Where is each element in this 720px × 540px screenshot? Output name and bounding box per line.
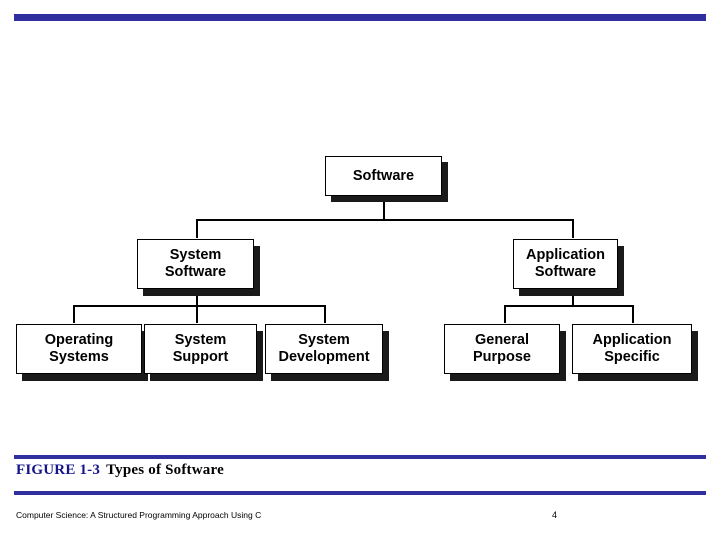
footer-book-title: Computer Science: A Structured Programmi… [16, 510, 262, 520]
node-software[interactable]: Software [325, 156, 442, 196]
figure-caption-label: FIGURE 1-3 [16, 462, 101, 478]
node-operating-systems[interactable]: Operating Systems [16, 324, 142, 374]
node-application-specific-label: Application Specific [592, 332, 672, 365]
connector-to-general-purpose [504, 305, 506, 323]
figure-caption-title: Types of Software [106, 462, 224, 478]
node-operating-systems-label: Operating Systems [44, 332, 114, 365]
node-system-development[interactable]: System Development [265, 324, 383, 374]
connector-to-application-software [572, 219, 574, 238]
node-system-development-label: System Development [278, 332, 370, 365]
connector-level2-bus-system [73, 305, 326, 307]
node-application-software[interactable]: Application Software [513, 239, 618, 289]
node-general-purpose-label: General Purpose [472, 332, 531, 365]
connector-to-operating-systems [73, 305, 75, 323]
node-application-software-label: Application Software [526, 247, 605, 280]
connector-to-system-software [196, 219, 198, 238]
slide-canvas: Software System Software Application Sof… [0, 0, 720, 540]
connector-level1-bus [196, 219, 574, 221]
node-general-purpose[interactable]: General Purpose [444, 324, 560, 374]
node-system-support-label: System Support [172, 332, 229, 365]
node-system-software[interactable]: System Software [137, 239, 254, 289]
caption-divider-bottom [14, 491, 706, 495]
node-software-label: Software [352, 167, 415, 184]
connector-level2-bus-application [504, 305, 634, 307]
node-system-software-label: System Software [164, 247, 227, 280]
node-application-specific[interactable]: Application Specific [572, 324, 692, 374]
node-system-support[interactable]: System Support [144, 324, 257, 374]
top-divider-rule [14, 14, 706, 21]
figure-caption: FIGURE 1-3 Types of Software [16, 462, 224, 479]
software-types-diagram: Software System Software Application Sof… [0, 120, 720, 390]
connector-to-system-development [324, 305, 326, 323]
connector-to-application-specific [632, 305, 634, 323]
caption-divider-top [14, 455, 706, 459]
connector-to-system-support [196, 305, 198, 323]
page-number: 4 [552, 510, 558, 520]
